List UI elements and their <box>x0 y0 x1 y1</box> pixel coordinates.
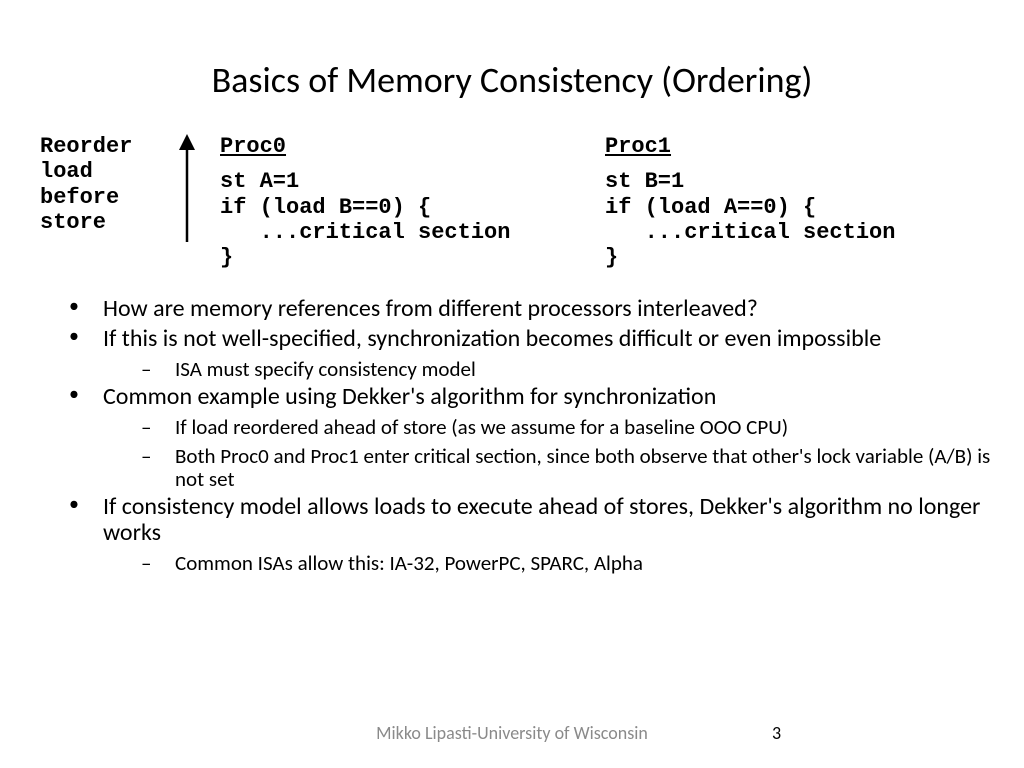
bullet-text: If this is not well-specified, synchroni… <box>103 324 881 353</box>
proc0-header: Proc0 <box>220 134 286 159</box>
sub-bullet-item: Common ISAs allow this: IA-32, PowerPC, … <box>127 552 994 575</box>
bullet-item: If this is not well-specified, synchroni… <box>55 326 994 381</box>
reorder-annotation: Reorder load before store <box>40 134 132 235</box>
proc0-code: Proc0 st A=1 if (load B==0) { ...critica… <box>220 134 510 270</box>
sub-bullet-item: Both Proc0 and Proc1 enter critical sect… <box>127 445 994 490</box>
sub-bullet-item: If load reordered ahead of store (as we … <box>127 416 994 439</box>
reorder-arrow-icon <box>175 134 199 244</box>
slide-footer: Mikko Lipasti-University of Wisconsin 3 <box>0 722 1024 744</box>
proc0-body: st A=1 if (load B==0) { ...critical sect… <box>220 169 510 270</box>
bullet-item: How are memory references from different… <box>55 296 994 322</box>
sub-bullet-item: ISA must specify consistency model <box>127 358 994 381</box>
bullet-text: Common example using Dekker's algorithm … <box>103 382 716 411</box>
proc1-code: Proc1 st B=1 if (load A==0) { ...critica… <box>605 134 895 270</box>
bullet-text: If consistency model allows loads to exe… <box>103 492 980 547</box>
proc1-header: Proc1 <box>605 134 671 159</box>
bullet-list: How are memory references from different… <box>55 296 994 575</box>
slide-title: Basics of Memory Consistency (Ordering) <box>0 0 1024 126</box>
bullet-item: Common example using Dekker's algorithm … <box>55 384 994 490</box>
footer-credit: Mikko Lipasti-University of Wisconsin <box>376 722 648 744</box>
bullet-item: If consistency model allows loads to exe… <box>55 494 994 574</box>
proc1-body: st B=1 if (load A==0) { ...critical sect… <box>605 169 895 270</box>
page-number: 3 <box>772 722 781 744</box>
code-example-area: Reorder load before store Proc0 st A=1 i… <box>40 126 1014 296</box>
